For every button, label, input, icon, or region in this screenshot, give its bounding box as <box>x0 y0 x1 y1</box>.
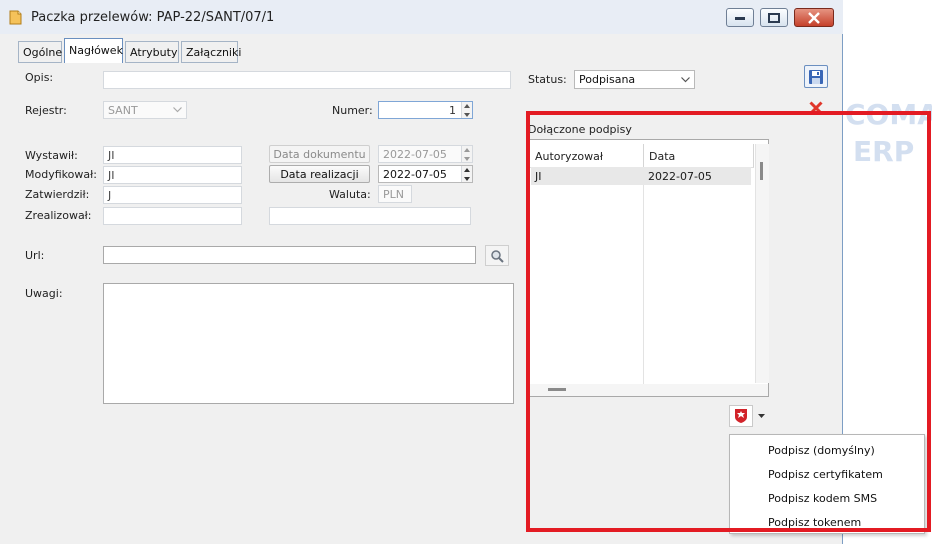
cancel-button[interactable] <box>804 96 828 119</box>
rejestr-value: SANT <box>108 104 138 117</box>
tab-atrybuty[interactable]: Atrybuty <box>125 41 179 63</box>
document-window: Paczka przelewów: PAP-22/SANT/07/1 Ogóln… <box>0 0 843 544</box>
spin-down-icon <box>464 176 470 181</box>
wystawil-field: JI <box>103 146 242 164</box>
rejestr-label: Rejestr: <box>25 104 67 117</box>
waluta-field: PLN <box>378 185 412 203</box>
menu-item-podpisz-domyslny[interactable]: Podpisz (domyślny) <box>768 444 875 457</box>
chevron-down-icon[interactable] <box>677 72 693 88</box>
opis-label: Opis: <box>25 71 54 84</box>
sign-context-menu: Podpisz (domyślny) Podpisz certyfikatem … <box>729 434 925 534</box>
menu-item-podpisz-kodem-sms[interactable]: Podpisz kodem SMS <box>768 492 877 505</box>
spin-up-icon <box>464 167 470 172</box>
close-button[interactable] <box>794 8 834 27</box>
data-dokumentu-button[interactable]: Data dokumentu <box>269 145 370 163</box>
spin-down-icon <box>464 112 470 117</box>
maximize-button[interactable] <box>760 8 788 27</box>
spin-up-icon <box>464 103 470 108</box>
window-title: Paczka przelewów: PAP-22/SANT/07/1 <box>31 10 275 25</box>
horizontal-scrollbar[interactable] <box>530 384 768 396</box>
modyfikowal-field: JI <box>103 166 242 184</box>
opis-field[interactable] <box>103 71 511 89</box>
scrollbar-thumb[interactable] <box>548 388 566 391</box>
signatures-list[interactable]: Autoryzował Data JI 2022-07-05 <box>529 139 769 397</box>
data-realizacji-button[interactable]: Data realizacji <box>269 165 370 183</box>
status-value: Podpisana <box>579 73 636 86</box>
tab-naglowek[interactable]: Nagłówek <box>64 38 123 64</box>
floppy-disk-icon <box>809 69 823 84</box>
spin-up-icon <box>464 147 470 152</box>
watermark-coma: COMA <box>845 98 932 131</box>
chevron-down-icon <box>169 102 185 118</box>
menu-item-podpisz-tokenem[interactable]: Podpisz tokenem <box>768 516 861 529</box>
column-header-autoryzowal[interactable]: Autoryzował <box>530 144 644 168</box>
watermark-erp: ERP <box>853 135 915 168</box>
zatwierdzil-field: J <box>103 186 242 204</box>
numer-spinner[interactable] <box>461 102 472 118</box>
minimize-button[interactable] <box>726 8 754 27</box>
sign-button[interactable] <box>729 405 753 427</box>
data-realizacji-spinner[interactable] <box>461 166 472 182</box>
data-dokumentu-field[interactable]: 2022-07-05 <box>378 145 473 163</box>
row-data: 2022-07-05 <box>648 170 712 183</box>
numer-label: Numer: <box>332 104 373 117</box>
title-bar[interactable]: Paczka przelewów: PAP-22/SANT/07/1 <box>0 0 843 34</box>
data-dokumentu-value: 2022-07-05 <box>383 148 447 161</box>
rejestr-select[interactable]: SANT <box>103 101 187 119</box>
column-header-data[interactable]: Data <box>644 144 754 168</box>
menu-item-podpisz-certyfikatem[interactable]: Podpisz certyfikatem <box>768 468 883 481</box>
close-icon <box>808 11 820 24</box>
zrealizowal-label: Zrealizował: <box>25 209 92 222</box>
numer-field[interactable]: 1 <box>378 101 473 119</box>
vertical-scrollbar[interactable] <box>755 144 769 383</box>
tab-ogolne[interactable]: Ogólne <box>18 41 62 63</box>
data-dokumentu-spinner[interactable] <box>461 146 472 162</box>
url-label: Url: <box>25 249 45 262</box>
save-button[interactable] <box>804 65 828 88</box>
scrollbar-thumb[interactable] <box>760 162 763 180</box>
data-realizacji-field[interactable]: 2022-07-05 <box>378 165 473 183</box>
uwagi-textarea[interactable] <box>103 283 514 404</box>
url-field[interactable] <box>103 246 476 264</box>
sign-dropdown-button[interactable] <box>755 405 767 427</box>
red-x-icon <box>809 100 823 115</box>
status-label: Status: <box>528 73 567 86</box>
url-search-button[interactable] <box>485 245 509 266</box>
zatwierdzil-label: Zatwierdził: <box>25 188 90 201</box>
caret-down-icon <box>757 414 765 418</box>
spin-down-icon <box>464 156 470 161</box>
realizacja-extra-field <box>269 207 471 225</box>
magnifier-icon <box>491 249 504 263</box>
modyfikowal-label: Modyfikował: <box>25 168 97 181</box>
signatures-title: Dołączone podpisy <box>528 123 632 136</box>
table-row[interactable]: JI 2022-07-05 <box>531 167 751 185</box>
status-select[interactable]: Podpisana <box>574 70 695 89</box>
column-divider <box>643 168 644 384</box>
zrealizowal-field <box>103 207 242 225</box>
wystawil-label: Wystawił: <box>25 149 78 162</box>
data-realizacji-value: 2022-07-05 <box>383 168 447 181</box>
row-autoryzowal: JI <box>535 170 542 183</box>
minimize-icon <box>735 16 745 20</box>
tab-zalaczniki[interactable]: Załączniki <box>181 41 241 63</box>
maximize-icon <box>768 12 780 23</box>
numer-value: 1 <box>449 104 456 117</box>
waluta-label: Waluta: <box>329 188 371 201</box>
document-package-icon <box>9 10 22 25</box>
uwagi-label: Uwagi: <box>25 287 63 300</box>
eagle-emblem-icon <box>735 409 747 423</box>
